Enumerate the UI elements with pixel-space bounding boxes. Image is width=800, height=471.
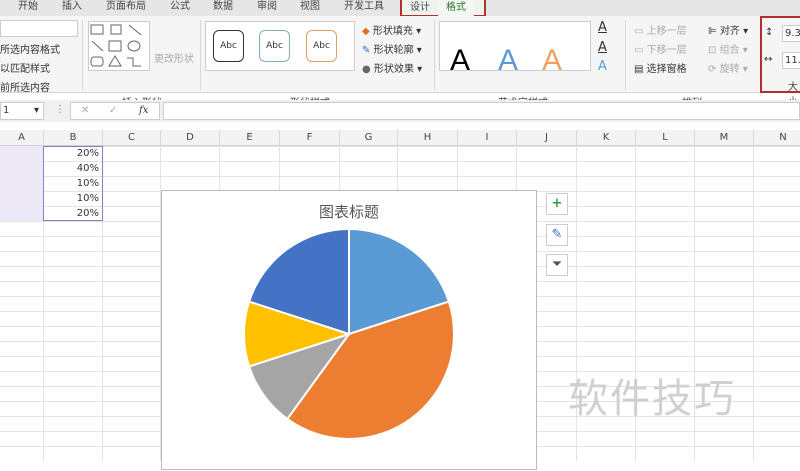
- shape-gallery[interactable]: [88, 21, 150, 71]
- reset-style-button[interactable]: 以匹配样式: [0, 60, 50, 75]
- size-group: ↕ 9.3 ↔ 11.9 大小: [760, 16, 800, 108]
- change-shape-button[interactable]: 更改形状: [154, 50, 194, 65]
- shape-effect-button[interactable]: ● 形状效果 ▾: [362, 60, 422, 75]
- group-button[interactable]: ⊡ 组合 ▾: [708, 41, 748, 56]
- tab-view[interactable]: 视图: [300, 0, 320, 16]
- current-selection-label: 前所选内容: [0, 83, 50, 94]
- width-icon: ↔: [764, 54, 773, 65]
- outline-icon: ✎: [362, 45, 371, 56]
- column-header-g[interactable]: G: [340, 130, 398, 146]
- name-box[interactable]: 1 ▾: [0, 102, 44, 120]
- text-outline-icon[interactable]: A: [598, 40, 607, 55]
- tab-review[interactable]: 审阅: [257, 0, 277, 16]
- filter-icon: ⏷: [551, 257, 563, 272]
- cell-b1[interactable]: 20%: [44, 146, 102, 161]
- column-header-l[interactable]: L: [636, 130, 695, 146]
- formula-bar: 1 ▾ ⋮ ✕ ✓ fx: [0, 100, 800, 122]
- tab-format[interactable]: 格式: [438, 1, 474, 17]
- shape-style-1[interactable]: Abc: [213, 30, 244, 62]
- chart-elements-button[interactable]: +: [546, 193, 568, 215]
- wordart-style-2[interactable]: A: [498, 44, 518, 78]
- chart-filters-button[interactable]: ⏷: [546, 254, 568, 276]
- selected-range-a: [0, 146, 44, 221]
- pie-chart: [243, 227, 455, 440]
- column-header-j[interactable]: J: [517, 130, 577, 146]
- wordart-style-1[interactable]: A: [450, 44, 470, 78]
- shape-style-3[interactable]: Abc: [306, 30, 337, 62]
- watermark: 软件技巧: [568, 376, 736, 422]
- shape-fill-button[interactable]: ◆ 形状填充 ▾: [362, 22, 421, 37]
- shapes-icon: [90, 24, 142, 67]
- text-fill-icon[interactable]: A: [598, 20, 607, 35]
- tab-developer[interactable]: 开发工具: [344, 0, 384, 16]
- column-header-d[interactable]: D: [161, 130, 220, 146]
- column-header-e[interactable]: E: [220, 130, 280, 146]
- cell-b2[interactable]: 40%: [44, 161, 102, 176]
- chart-styles-button[interactable]: ✎: [546, 224, 568, 246]
- width-input[interactable]: 11.9: [782, 52, 800, 69]
- column-header-m[interactable]: M: [695, 130, 754, 146]
- cell-b5[interactable]: 20%: [44, 206, 102, 221]
- text-effect-icon[interactable]: A: [598, 59, 607, 74]
- column-header-a[interactable]: A: [0, 130, 44, 146]
- enter-icon[interactable]: ✓: [109, 105, 117, 116]
- cell-b4[interactable]: 10%: [44, 191, 102, 206]
- column-header-c[interactable]: C: [103, 130, 161, 146]
- ribbon: 所选内容格式 以匹配样式 前所选内容 更改形状 插入形状 Abc Abc Abc…: [0, 16, 800, 109]
- tab-home[interactable]: 开始: [18, 0, 38, 16]
- brush-icon: ✎: [551, 227, 563, 242]
- formula-buttons: ✕ ✓ fx: [70, 102, 160, 120]
- bring-forward-button[interactable]: ▭ 上移一层: [634, 22, 687, 37]
- column-header-f[interactable]: F: [280, 130, 340, 146]
- tab-insert[interactable]: 插入: [62, 0, 82, 16]
- insert-function-button[interactable]: fx: [139, 105, 148, 116]
- plus-icon: +: [551, 196, 563, 211]
- formula-input[interactable]: [163, 102, 800, 120]
- element-selector[interactable]: [0, 20, 78, 37]
- tab-formulas[interactable]: 公式: [170, 0, 190, 16]
- shape-style-2[interactable]: Abc: [259, 30, 290, 62]
- column-header-n[interactable]: N: [754, 130, 800, 146]
- fill-icon: ◆: [362, 26, 370, 37]
- tab-data[interactable]: 数据: [213, 0, 233, 16]
- selection-pane-button[interactable]: ▤ 选择窗格: [634, 60, 687, 75]
- cancel-icon[interactable]: ✕: [81, 105, 89, 116]
- tab-page-layout[interactable]: 页面布局: [106, 0, 146, 16]
- effect-icon: ●: [362, 64, 371, 75]
- column-header-k[interactable]: K: [577, 130, 636, 146]
- column-header-h[interactable]: H: [398, 130, 458, 146]
- cell-b3[interactable]: 10%: [44, 176, 102, 191]
- column-header-i[interactable]: I: [458, 130, 517, 146]
- format-selection-button[interactable]: 所选内容格式: [0, 41, 60, 56]
- column-header-b[interactable]: B: [44, 130, 103, 146]
- align-button[interactable]: ⊫ 对齐 ▾: [708, 22, 748, 37]
- chart-area[interactable]: 图表标题: [161, 190, 537, 470]
- height-icon: ↕: [765, 27, 774, 38]
- rotate-button[interactable]: ⟳ 旋转 ▾: [708, 60, 748, 75]
- wordart-style-3[interactable]: A: [542, 44, 562, 78]
- height-input[interactable]: 9.3: [782, 25, 800, 42]
- send-backward-button[interactable]: ▭ 下移一层: [634, 41, 687, 56]
- tab-design[interactable]: 设计: [410, 1, 430, 17]
- shape-outline-button[interactable]: ✎ 形状轮廓 ▾: [362, 41, 422, 56]
- chart-tools-tabs: 设计 格式: [400, 0, 486, 17]
